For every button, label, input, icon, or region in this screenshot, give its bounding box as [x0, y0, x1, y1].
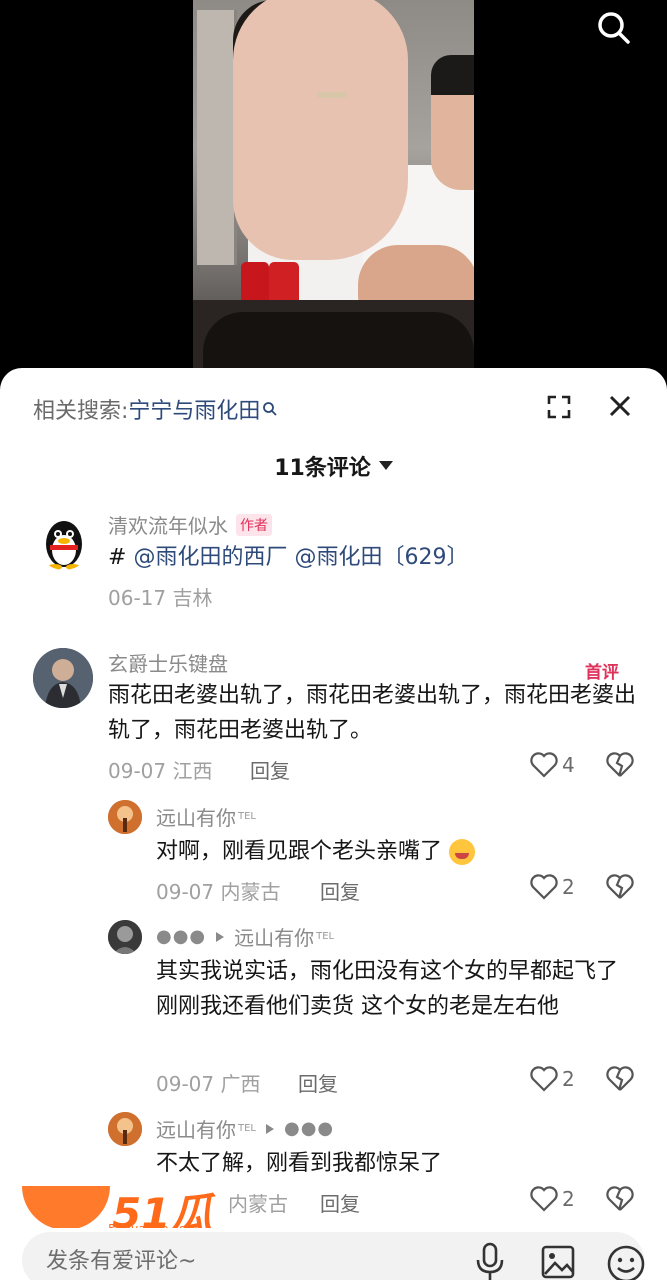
broken-heart-icon	[606, 1186, 634, 1211]
avatar[interactable]	[108, 1112, 142, 1146]
reply-arrow-icon	[216, 931, 225, 942]
reply-text: 对啊，刚看见跟个老头亲嘴了	[156, 834, 626, 869]
reply-author[interactable]: ●●● 远山有你 TEL	[156, 922, 334, 951]
comment-text: 雨花田老婆出轨了，雨花田老婆出轨了，雨花田老婆出轨了，雨花田老婆出轨了。	[108, 683, 637, 743]
avatar[interactable]	[108, 920, 142, 954]
author-badge: 作者	[236, 513, 272, 536]
caret-down-icon	[378, 461, 393, 470]
reply-button[interactable]: 回复	[320, 876, 360, 905]
video-ring	[317, 92, 347, 98]
comment-count-toggle[interactable]: 11条评论	[0, 450, 667, 482]
video-pot	[203, 312, 474, 370]
comment-input-bar	[0, 1228, 667, 1280]
close-icon[interactable]	[608, 394, 632, 418]
comment-meta: 06-17 吉林	[108, 586, 213, 610]
tel-badge: TEL	[316, 931, 335, 942]
reply-text: 不太了解，刚看到我都惊呆了	[156, 1151, 443, 1176]
dislike-button[interactable]	[606, 1066, 634, 1096]
apple-icons: ●●●	[156, 926, 207, 947]
dislike-button[interactable]	[606, 752, 634, 782]
avatar-image	[108, 1112, 142, 1146]
reply-author[interactable]: 远山有你 TEL ●●●	[156, 1114, 334, 1143]
avatar[interactable]	[108, 800, 142, 834]
video-hand	[233, 0, 408, 260]
comment-text: # @雨化田的西厂 @雨化田〔629〕	[108, 540, 628, 575]
broken-heart-icon	[606, 1066, 634, 1091]
avatar[interactable]	[36, 514, 92, 570]
apple-icons: ●●●	[284, 1118, 335, 1139]
like-button[interactable]: 2	[530, 874, 575, 900]
emoji-icon[interactable]	[606, 1244, 646, 1280]
video-frame[interactable]	[193, 0, 474, 370]
reply-meta: 09-07 内蒙古	[156, 880, 281, 904]
tel-badge: TEL	[238, 1123, 256, 1134]
reply-text: 其实我说实话，雨化田没有这个女的早都起飞了 刚刚我还看他们卖货 这个女的老是左右…	[156, 959, 619, 1019]
like-button[interactable]: 2	[530, 1186, 575, 1212]
video-door	[197, 10, 237, 265]
heart-icon	[530, 874, 558, 900]
comment-input[interactable]	[46, 1244, 426, 1278]
reply-button[interactable]: 回复	[250, 755, 290, 784]
heart-icon	[530, 1186, 558, 1212]
reply-to-name[interactable]: 远山有你	[234, 922, 314, 951]
like-button[interactable]: 4	[530, 752, 575, 778]
reply-meta: 09-07 广西	[156, 1072, 261, 1096]
comment-input-box[interactable]	[22, 1232, 646, 1280]
expand-icon[interactable]	[546, 394, 572, 420]
reply-author-name[interactable]: 远山有你	[156, 802, 236, 831]
related-search-label: 相关搜索:	[33, 399, 129, 424]
reply-text-content: 对啊，刚看见跟个老头亲嘴了	[156, 839, 443, 864]
reply-meta: 内蒙古	[228, 1192, 288, 1216]
broken-heart-icon	[606, 874, 634, 899]
like-count: 2	[562, 875, 575, 899]
comment-author-name[interactable]: 清欢流年似水	[108, 510, 228, 539]
dislike-button[interactable]	[606, 1186, 634, 1216]
avatar[interactable]	[33, 648, 93, 708]
like-count: 2	[562, 1187, 575, 1211]
comment-author[interactable]: 清欢流年似水 作者	[108, 510, 272, 539]
related-search-term[interactable]: 宁宁与雨化田	[128, 393, 260, 425]
comment-author-name[interactable]: 玄爵士乐键盘	[108, 648, 228, 677]
laugh-cry-emoji-icon	[449, 839, 476, 865]
comment-suffix: 〔629〕	[382, 545, 469, 570]
image-icon[interactable]	[540, 1244, 576, 1280]
like-button[interactable]: 2	[530, 1066, 575, 1092]
dislike-button[interactable]	[606, 874, 634, 904]
heart-icon	[530, 752, 558, 778]
comment-meta: 09-07 江西	[108, 759, 213, 783]
avatar-image	[108, 800, 142, 834]
search-icon[interactable]	[596, 10, 632, 46]
reply-arrow-icon	[266, 1123, 274, 1134]
like-count: 2	[562, 1067, 575, 1091]
reply-button[interactable]: 回复	[298, 1068, 338, 1097]
reply-author-name[interactable]: 远山有你	[156, 1114, 236, 1143]
reply-author[interactable]: 远山有你 TEL	[156, 802, 256, 831]
microphone-icon[interactable]	[474, 1242, 506, 1280]
video-man-hair	[431, 55, 474, 95]
watermelon-icon	[22, 1186, 110, 1230]
avatar-image	[108, 920, 142, 954]
search-small-icon	[263, 402, 278, 416]
comment-count: 11条评论	[274, 456, 371, 481]
heart-icon	[530, 1066, 558, 1092]
mention-link[interactable]: @雨化田的西厂	[133, 545, 287, 570]
like-count: 4	[562, 753, 575, 777]
avatar-image	[33, 648, 93, 708]
mention-link[interactable]: @雨化田	[287, 545, 382, 570]
broken-heart-icon	[606, 752, 634, 777]
video-area[interactable]	[0, 0, 667, 380]
comments-panel: 相关搜索: 宁宁与雨化田 11条评论 清欢流年似水 作者 # @雨化田的西厂 @…	[0, 368, 667, 1280]
related-search[interactable]: 相关搜索: 宁宁与雨化田	[33, 394, 278, 424]
qq-penguin-icon	[46, 521, 82, 570]
hashtag: #	[108, 545, 134, 570]
tel-badge: TEL	[238, 811, 256, 822]
reply-button[interactable]: 回复	[320, 1188, 360, 1217]
